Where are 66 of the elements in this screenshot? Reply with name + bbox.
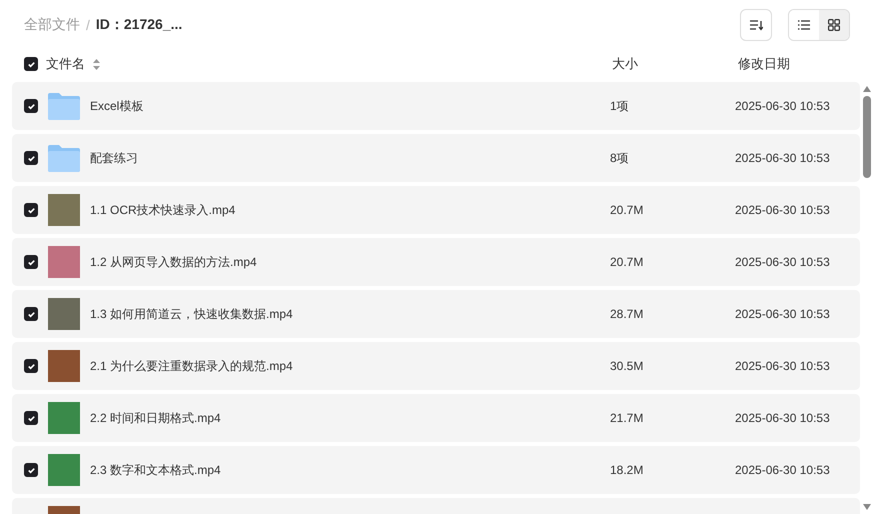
list-icon xyxy=(798,20,810,30)
modified-date: 2025-06-30 10:53 xyxy=(735,307,830,321)
file-name: 1.1 OCR技术快速录入.mp4 xyxy=(90,202,236,216)
file-size: 20.7M xyxy=(610,203,644,217)
checkbox[interactable] xyxy=(24,255,38,269)
file-row[interactable]: 1.3 如何用简道云，快速收集数据.mp4 28.7M 2025-06-30 10:53 xyxy=(12,290,860,338)
checkbox[interactable] xyxy=(24,359,38,373)
file-row[interactable]: 1.1 OCR技术快速录入.mp4 20.7M 2025-06-30 10:53 xyxy=(12,186,860,234)
file-size: 8项 xyxy=(610,150,629,164)
check-icon xyxy=(26,206,36,214)
check-icon xyxy=(26,310,36,318)
checkbox[interactable] xyxy=(24,463,38,477)
file-row[interactable]: 2.1 为什么要注重数据录入的规范.mp4 30.5M 2025-06-30 10:53 xyxy=(12,342,860,390)
check-icon xyxy=(26,258,36,266)
checkbox[interactable] xyxy=(24,57,38,71)
scroll-down-icon[interactable] xyxy=(863,504,871,510)
checkbox[interactable] xyxy=(24,411,38,425)
check-icon xyxy=(26,362,36,370)
column-header[interactable]: 文件名 xyxy=(46,55,85,73)
file-size: 28.7M xyxy=(610,307,644,321)
check-icon xyxy=(26,414,36,422)
file-name: 1.2 从网页导入数据的方法.mp4 xyxy=(90,254,257,268)
file-name: 2.2 时间和日期格式.mp4 xyxy=(90,410,221,424)
scroll-up-icon[interactable] xyxy=(863,86,871,92)
file-size: 20.7M xyxy=(610,255,644,269)
grid-view-button[interactable] xyxy=(819,10,849,40)
modified-date: 2025-06-30 10:53 xyxy=(735,203,830,217)
folder-icon xyxy=(48,144,80,172)
file-row[interactable]: Excel模板 1项 2025-06-30 10:53 xyxy=(12,82,860,130)
file-row[interactable]: 1.2 从网页导入数据的方法.mp4 20.7M 2025-06-30 10:53 xyxy=(12,238,860,286)
file-size: 1项 xyxy=(610,98,629,112)
file-row[interactable]: 2.2 时间和日期格式.mp4 21.7M 2025-06-30 10:53 xyxy=(12,394,860,442)
breadcrumb-item[interactable]: ID：21726_... xyxy=(96,16,182,34)
check-icon xyxy=(26,102,36,110)
check-icon xyxy=(26,154,36,162)
breadcrumb-separator: / xyxy=(86,17,90,33)
sort-button[interactable] xyxy=(740,9,772,41)
checkbox[interactable] xyxy=(24,99,38,113)
check-icon xyxy=(26,60,36,68)
folder-icon xyxy=(48,92,80,120)
file-name: 1.3 如何用简道云，快速收集数据.mp4 xyxy=(90,306,293,320)
file-row[interactable]: 配套练习 8项 2025-06-30 10:53 xyxy=(12,134,860,182)
modified-date: 2025-06-30 10:53 xyxy=(735,463,830,477)
file-name: 2.3 数字和文本格式.mp4 xyxy=(90,462,221,476)
file-name: 2.1 为什么要注重数据录入的规范.mp4 xyxy=(90,358,293,372)
file-size: 18.2M xyxy=(610,463,644,477)
modified-date: 2025-06-30 10:53 xyxy=(735,151,830,165)
sort-arrows-icon[interactable] xyxy=(93,58,100,70)
scrollbar-thumb[interactable] xyxy=(863,96,871,178)
check-icon xyxy=(26,466,36,474)
file-size: 30.5M xyxy=(610,359,644,373)
file-name: 配套练习 xyxy=(90,150,138,164)
modified-date: 2025-06-30 10:53 xyxy=(735,359,830,373)
modified-date: 2025-06-30 10:53 xyxy=(735,411,830,425)
modified-date: 2025-06-30 10:53 xyxy=(735,99,830,113)
modified-date: 2025-06-30 10:53 xyxy=(735,255,830,269)
sort-icon xyxy=(749,19,763,31)
file-size: 21.7M xyxy=(610,411,644,425)
grid-icon xyxy=(828,19,840,31)
checkbox[interactable] xyxy=(24,151,38,165)
file-row[interactable]: 2.3 数字和文本格式.mp4 18.2M 2025-06-30 10:53 xyxy=(12,446,860,494)
file-name: Excel模板 xyxy=(90,98,144,112)
checkbox[interactable] xyxy=(24,203,38,217)
column-header[interactable]: 大小 xyxy=(612,56,638,71)
checkbox[interactable] xyxy=(24,307,38,321)
column-header[interactable]: 修改日期 xyxy=(738,55,790,73)
